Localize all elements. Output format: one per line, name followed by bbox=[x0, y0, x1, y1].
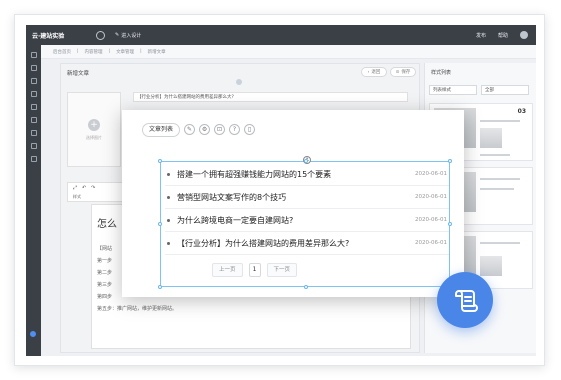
bullet-icon bbox=[167, 172, 170, 176]
app-logo: 云·建站实验 bbox=[32, 32, 65, 40]
tile-text-line bbox=[480, 188, 514, 190]
doc-line: 【网站 bbox=[97, 246, 113, 252]
style-panel-title: 样式列表 bbox=[431, 70, 452, 76]
sidebar-settings-icon[interactable] bbox=[30, 156, 37, 162]
fullscreen-icon[interactable]: ⤢ bbox=[73, 185, 77, 191]
article-date: 2020-06-01 bbox=[415, 240, 447, 246]
article-list-item[interactable]: 搭建一个拥有超强赚钱能力网站的15个要素 2020-06-01 bbox=[165, 163, 449, 186]
doc-line: 第二步 bbox=[97, 270, 113, 276]
breadcrumb-item: 新增文章 bbox=[147, 49, 166, 55]
doc-heading: 怎么 bbox=[97, 219, 117, 230]
article-title[interactable]: 营销型网站文案写作的8个技巧 bbox=[177, 192, 415, 203]
redo-icon[interactable]: ↷ bbox=[91, 185, 95, 191]
scroll-icon-glyph bbox=[455, 290, 478, 312]
tile-text-line bbox=[480, 178, 520, 180]
resize-handle[interactable] bbox=[158, 159, 162, 163]
image-uploader[interactable]: + 选择图片 bbox=[67, 92, 121, 167]
undo-icon[interactable]: ↶ bbox=[82, 185, 86, 191]
enter-design-label: 进入设计 bbox=[121, 32, 142, 39]
breadcrumb-item[interactable]: 文章管理 bbox=[116, 49, 134, 55]
topbar-right: 发布 帮助 bbox=[476, 31, 536, 39]
enter-design-link[interactable]: ✎ 进入设计 bbox=[115, 32, 141, 39]
resize-handle[interactable] bbox=[158, 285, 162, 289]
article-title-field[interactable]: 【行业分析】为什么搭建网站的费用差异那么大? bbox=[133, 92, 408, 102]
article-list-item[interactable]: 【行业分析】为什么搭建网站的费用差异那么大? 2020-06-01 bbox=[165, 232, 449, 255]
top-navbar: 云·建站实验 ✎ 进入设计 发布 帮助 bbox=[26, 25, 536, 45]
chevron-left-icon: ‹ bbox=[367, 69, 370, 75]
sidebar-products-icon[interactable] bbox=[30, 91, 37, 97]
page-number-current[interactable]: 1 bbox=[248, 263, 261, 277]
scroll-document-icon[interactable] bbox=[437, 272, 493, 328]
tile-text-line bbox=[480, 154, 510, 156]
article-date: 2020-06-01 bbox=[415, 171, 447, 177]
doc-line: 第一步 bbox=[97, 258, 113, 264]
screenshot-frame: 云·建站实验 ✎ 进入设计 发布 帮助 后台首页 | 内容管理 | 文章管理 |… bbox=[14, 14, 545, 366]
breadcrumb: 后台首页 | 内容管理 | 文章管理 | 新增文章 bbox=[41, 45, 536, 59]
article-list-item[interactable]: 为什么跨境电商一定要自建网站? 2020-06-01 bbox=[165, 209, 449, 232]
tile-text-line bbox=[480, 120, 520, 122]
article-title[interactable]: 搭建一个拥有超强赚钱能力网站的15个要素 bbox=[177, 169, 415, 180]
save-label: 保存 bbox=[401, 70, 411, 75]
bullet-icon bbox=[167, 195, 170, 199]
breadcrumb-item[interactable]: 后台首页 bbox=[53, 49, 71, 55]
format-select[interactable]: 样式 bbox=[73, 194, 81, 200]
tile-thumbnail bbox=[480, 128, 502, 148]
user-avatar[interactable] bbox=[520, 31, 528, 39]
module-toolbar: 文章列表 ✎ ⚙ ⊡ ? ▯ bbox=[142, 122, 256, 137]
doc-line: 第五步：推广网站，维护更新网站。 bbox=[97, 306, 178, 312]
pagination: 上一页 1 下一页 bbox=[212, 263, 298, 277]
breadcrumb-separator: | bbox=[140, 49, 142, 54]
sidebar-home-icon[interactable] bbox=[30, 52, 37, 58]
list-style-select[interactable]: 列表样式 bbox=[429, 85, 477, 95]
resize-handle[interactable] bbox=[158, 222, 162, 226]
left-icon-sidebar bbox=[26, 45, 41, 356]
sidebar-pages-icon[interactable] bbox=[30, 65, 37, 71]
sidebar-content-icon[interactable] bbox=[30, 78, 37, 84]
help-icon[interactable]: ? bbox=[229, 124, 241, 135]
next-page-button[interactable]: 下一页 bbox=[266, 263, 298, 277]
resize-handle[interactable] bbox=[304, 285, 308, 289]
article-date: 2020-06-01 bbox=[415, 217, 447, 223]
save-button[interactable]: ⊙ 保存 bbox=[390, 67, 416, 77]
article-date: 2020-06-01 bbox=[415, 194, 447, 200]
publish-link[interactable]: 发布 bbox=[476, 32, 486, 39]
trash-icon[interactable]: ▯ bbox=[244, 124, 256, 135]
back-button[interactable]: ‹ 退回 bbox=[361, 67, 387, 77]
sidebar-orders-icon[interactable] bbox=[30, 130, 37, 136]
page-title: 新增文章 bbox=[67, 71, 90, 77]
breadcrumb-item[interactable]: 内容管理 bbox=[85, 49, 103, 55]
edit-doc-icon[interactable]: ✎ bbox=[184, 124, 196, 135]
sidebar-media-icon[interactable] bbox=[30, 104, 37, 110]
tile-number: 03 bbox=[517, 108, 526, 115]
breadcrumb-separator: | bbox=[77, 49, 79, 54]
article-list-module: 文章列表 ✎ ⚙ ⊡ ? ▯ ⚓ 搭建一个拥有超强赚钱能力网站的15个要素 20… bbox=[122, 110, 464, 297]
doc-line: 第四步 bbox=[97, 294, 113, 300]
drag-handle-icon[interactable] bbox=[236, 79, 242, 85]
dashboard-gauge-icon[interactable] bbox=[96, 30, 105, 40]
help-link[interactable]: 帮助 bbox=[498, 32, 508, 39]
doc-line: 第三步 bbox=[97, 282, 113, 288]
lock-icon[interactable]: ⊡ bbox=[214, 124, 226, 135]
plus-icon: + bbox=[88, 118, 100, 131]
filter-select[interactable]: 全部 bbox=[481, 85, 529, 95]
tile-thumbnail bbox=[480, 256, 502, 276]
pencil-icon: ✎ bbox=[115, 32, 120, 38]
article-title[interactable]: 为什么跨境电商一定要自建网站? bbox=[177, 215, 415, 226]
sidebar-stats-icon[interactable] bbox=[30, 143, 37, 149]
chat-icon[interactable] bbox=[30, 331, 36, 337]
tile-text-line bbox=[480, 242, 520, 244]
back-label: 退回 bbox=[371, 70, 381, 75]
article-list-pill[interactable]: 文章列表 bbox=[142, 122, 181, 137]
sidebar-members-icon[interactable] bbox=[30, 117, 37, 123]
bullet-icon bbox=[167, 218, 170, 222]
article-title[interactable]: 【行业分析】为什么搭建网站的费用差异那么大? bbox=[177, 238, 415, 249]
settings-icon[interactable]: ⚙ bbox=[199, 124, 211, 135]
bullet-icon bbox=[167, 241, 170, 245]
upload-label: 选择图片 bbox=[86, 134, 102, 140]
selection-box: ⚓ 搭建一个拥有超强赚钱能力网站的15个要素 2020-06-01 营销型网站文… bbox=[158, 156, 452, 289]
article-list-item[interactable]: 营销型网站文案写作的8个技巧 2020-06-01 bbox=[165, 186, 449, 209]
breadcrumb-separator: | bbox=[108, 49, 111, 54]
save-icon: ⊙ bbox=[395, 69, 400, 75]
prev-page-button[interactable]: 上一页 bbox=[212, 263, 243, 277]
